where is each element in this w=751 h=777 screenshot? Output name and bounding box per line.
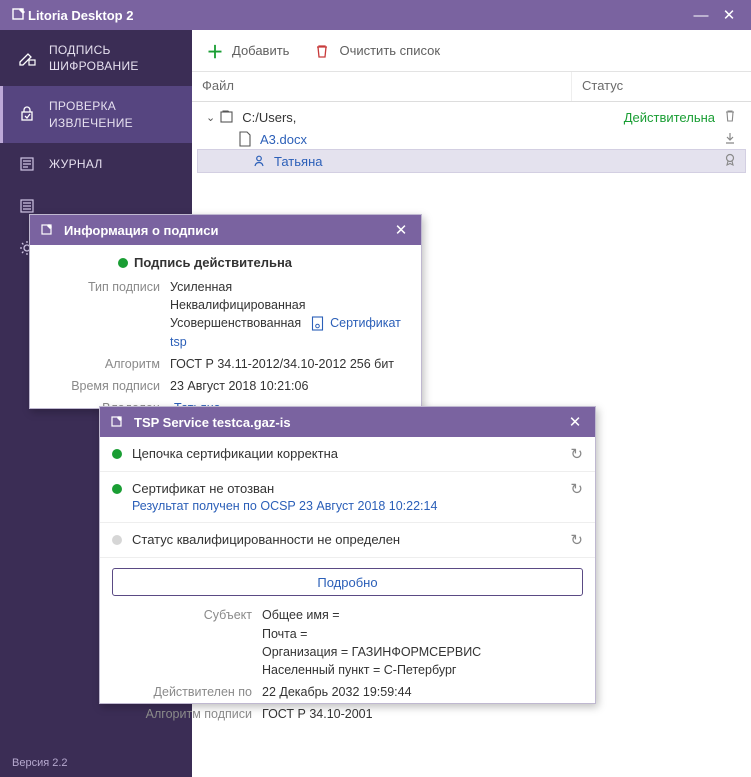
window-header[interactable]: TSP Service testca.gaz-is ✕ <box>100 407 595 437</box>
add-label: Добавить <box>232 43 289 58</box>
signature-info-window: Информация о подписи ✕ Подпись действите… <box>29 214 422 409</box>
status-dot <box>112 449 122 459</box>
clear-button[interactable]: Очистить список <box>313 42 440 60</box>
edit-icon <box>108 413 126 431</box>
sidebar-item-label: ПОДПИСЬ ШИФРОВАНИЕ <box>49 42 139 74</box>
signature-status: Подпись действительна <box>30 245 421 276</box>
status-dot <box>112 484 122 494</box>
signer-name: Татьяна <box>274 154 322 169</box>
close-button[interactable]: ✕ <box>715 1 743 29</box>
window-title: TSP Service testca.gaz-is <box>134 415 555 430</box>
folder-icon <box>218 108 236 126</box>
person-icon <box>250 152 268 170</box>
add-button[interactable]: ＋ Добавить <box>206 42 289 60</box>
check-text: Статус квалифицированности не определен <box>132 531 560 549</box>
window-header[interactable]: Информация о подписи ✕ <box>30 215 421 245</box>
log-icon <box>16 153 38 175</box>
sidebar-item-label: ЖУРНАЛ <box>49 156 103 172</box>
detail-button[interactable]: Подробно <box>112 568 583 596</box>
check-row: Сертификат не отозванРезультат получен п… <box>100 472 595 523</box>
tsp-service-window: TSP Service testca.gaz-is ✕ Цепочка серт… <box>99 406 596 704</box>
file-name: A3.docx <box>260 132 307 147</box>
delete-icon[interactable] <box>715 109 745 126</box>
rosette-icon <box>715 153 745 170</box>
sidebar-item-log[interactable]: ЖУРНАЛ <box>0 143 192 185</box>
toolbar: ＋ Добавить Очистить список <box>192 30 751 72</box>
close-icon[interactable]: ✕ <box>563 410 587 434</box>
clear-label: Очистить список <box>339 43 440 58</box>
window-title: Информация о подписи <box>64 223 381 238</box>
status-dot <box>112 535 122 545</box>
list-header: Файл Статус <box>192 72 751 102</box>
refresh-icon[interactable]: ↻ <box>570 480 583 498</box>
sidebar-item-label: ПРОВЕРКА ИЗВЛЕЧЕНИЕ <box>49 98 133 130</box>
check-text: Сертификат не отозван <box>132 480 560 498</box>
check-text: Цепочка сертификации корректна <box>132 445 560 463</box>
check-subtext: Результат получен по OCSP 23 Август 2018… <box>132 498 560 515</box>
sidebar-item-sign[interactable]: ПОДПИСЬ ШИФРОВАНИЕ <box>0 30 192 86</box>
tree-row-signer[interactable]: Татьяна <box>198 150 745 172</box>
check-row: Цепочка сертификации корректна ↻ <box>100 437 595 472</box>
sidebar-item-verify[interactable]: ПРОВЕРКА ИЗВЛЕЧЕНИЕ <box>0 86 192 142</box>
file-tree: ⌄ C:/Users, Действительна A3.docx Татьян… <box>192 102 751 174</box>
app-title: Litoria Desktop 2 <box>28 8 687 23</box>
check-row: Статус квалифицированности не определен ↻ <box>100 523 595 558</box>
pen-lock-icon <box>16 47 38 69</box>
verify-icon <box>16 104 38 126</box>
download-icon[interactable] <box>715 131 745 148</box>
titlebar: Litoria Desktop 2 — ✕ <box>0 0 751 30</box>
close-icon[interactable]: ✕ <box>389 218 413 242</box>
refresh-icon[interactable]: ↻ <box>570 531 583 549</box>
tree-row-folder[interactable]: ⌄ C:/Users, Действительна <box>198 106 745 128</box>
file-icon <box>236 130 254 148</box>
trash-icon <box>313 42 331 60</box>
column-status[interactable]: Статус <box>572 72 751 101</box>
column-file[interactable]: Файл <box>192 72 572 101</box>
chevron-down-icon[interactable]: ⌄ <box>206 111 215 124</box>
minimize-button[interactable]: — <box>687 1 715 29</box>
plus-icon: ＋ <box>206 42 224 60</box>
version-label: Версия 2.2 <box>0 749 192 777</box>
tree-row-file[interactable]: A3.docx <box>198 128 745 150</box>
status-text: Действительна <box>624 110 715 125</box>
folder-path: C:/Users, <box>242 110 296 125</box>
certificate-icon <box>308 315 326 333</box>
app-icon <box>10 6 28 24</box>
edit-icon <box>38 221 56 239</box>
refresh-icon[interactable]: ↻ <box>570 445 583 463</box>
status-dot <box>118 258 128 268</box>
